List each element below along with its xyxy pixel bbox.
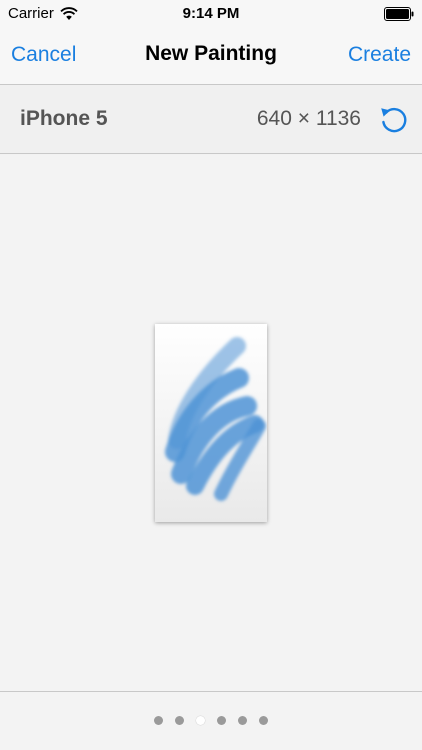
device-name: iPhone 5 <box>20 107 108 130</box>
page-dot[interactable] <box>217 716 226 725</box>
page-dot[interactable] <box>154 716 163 725</box>
device-resolution: 640 × 1136 <box>256 107 361 130</box>
navigation-bar: Cancel New Painting Create <box>0 28 422 85</box>
page-dots <box>0 716 422 725</box>
canvas-preview[interactable] <box>155 324 267 522</box>
brush-stroke-preview <box>165 337 266 501</box>
canvas-preview-area <box>0 155 422 691</box>
page-control[interactable] <box>0 691 422 750</box>
status-time: 9:14 PM <box>182 5 240 22</box>
rotate-icon[interactable] <box>378 103 410 135</box>
new-painting-screen: Carrier 9:14 PM Cancel New Painting Crea… <box>0 0 422 750</box>
battery-icon <box>384 7 414 21</box>
page-dot[interactable] <box>259 716 268 725</box>
page-dot[interactable] <box>175 716 184 725</box>
page-dot[interactable] <box>196 716 205 725</box>
create-button[interactable]: Create <box>348 43 411 67</box>
status-bar: Carrier 9:14 PM <box>0 0 422 28</box>
device-selector-row[interactable]: iPhone 5 640 × 1136 <box>0 85 422 154</box>
page-dot[interactable] <box>238 716 247 725</box>
